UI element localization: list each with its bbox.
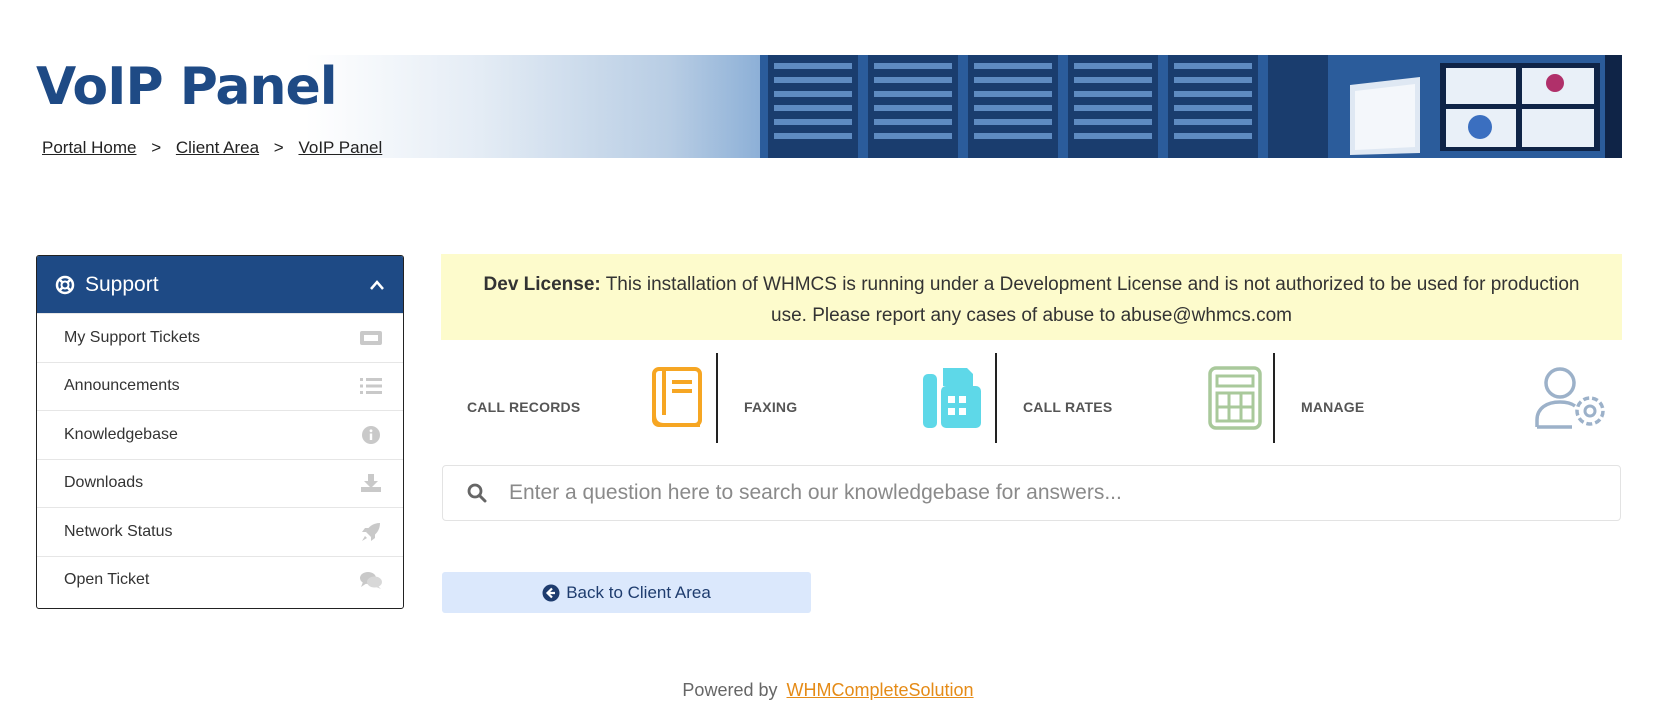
sidebar-item-label: Network Status [64,522,173,540]
tile-label: MANAGE [1301,399,1365,415]
rocket-icon [359,520,383,544]
list-icon [359,374,383,398]
breadcrumb-portal-home[interactable]: Portal Home [42,138,136,157]
fax-icon [921,366,983,430]
sidebar-item-label: Knowledgebase [64,425,178,443]
breadcrumb-separator: > [151,138,162,157]
calculator-icon [1208,366,1262,430]
tile-faxing[interactable]: FAXING [718,353,995,443]
download-icon [359,471,383,495]
sidebar-item-knowledgebase[interactable]: Knowledgebase [37,410,403,459]
info-circle-icon [359,423,383,447]
knowledgebase-search-bar[interactable] [442,465,1621,521]
breadcrumb-client-area[interactable]: Client Area [176,138,259,157]
comments-icon [359,568,383,592]
back-button-label: Back to Client Area [566,582,711,602]
breadcrumb-separator: > [273,138,284,157]
footer-whmcs-link[interactable]: WHMCompleteSolution [787,680,974,700]
search-input[interactable] [507,480,1620,506]
dev-license-label: Dev License: [483,274,601,295]
tile-manage[interactable]: MANAGE [1275,353,1622,443]
footer-prefix: Powered by [682,680,778,700]
dev-license-alert: Dev License: This installation of WHMCS … [441,254,1622,340]
dev-license-text: This installation of WHMCS is running un… [605,274,1580,326]
page-title: VoIP Panel [36,57,338,117]
sidebar-item-announcements[interactable]: Announcements [37,361,403,411]
tile-call-records[interactable]: CALL RECORDS [441,353,716,443]
sidebar-item-label: Downloads [64,474,144,492]
sidebar-item-downloads[interactable]: Downloads [37,458,403,508]
tile-call-rates[interactable]: CALL RATES [997,353,1274,443]
breadcrumb-voip-panel[interactable]: VoIP Panel [298,138,382,157]
arrow-circle-left-icon [542,584,560,602]
book-icon [650,366,704,430]
lifebuoy-icon [55,275,75,295]
sidebar-item-network-status[interactable]: Network Status [37,507,403,556]
breadcrumb: Portal Home > Client Area > VoIP Panel [42,138,382,158]
tile-label: FAXING [744,399,798,415]
user-gear-icon [1534,366,1610,430]
sidebar-title: Support [85,272,159,296]
search-icon [467,483,487,503]
footer: Powered by WHMCompleteSolution [0,680,1656,701]
page-header: VoIP Panel Portal Home > Client Area > V… [36,55,1622,158]
server-rack-banner-image [760,55,1622,158]
back-to-client-area-button[interactable]: Back to Client Area [442,572,811,613]
tile-label: CALL RECORDS [467,399,581,415]
sidebar-item-label: Open Ticket [64,571,150,589]
tile-label: CALL RATES [1023,399,1113,415]
ticket-icon [359,326,383,350]
sidebar-support-panel: Support My Support Tickets Announcements… [36,255,404,609]
sidebar-item-open-ticket[interactable]: Open Ticket [37,555,403,605]
chevron-up-icon[interactable] [369,279,385,291]
sidebar-item-label: Announcements [64,377,180,395]
sidebar-item-label: My Support Tickets [64,328,201,346]
sidebar-header[interactable]: Support [37,256,403,313]
sidebar-item-my-support-tickets[interactable]: My Support Tickets [37,313,403,362]
